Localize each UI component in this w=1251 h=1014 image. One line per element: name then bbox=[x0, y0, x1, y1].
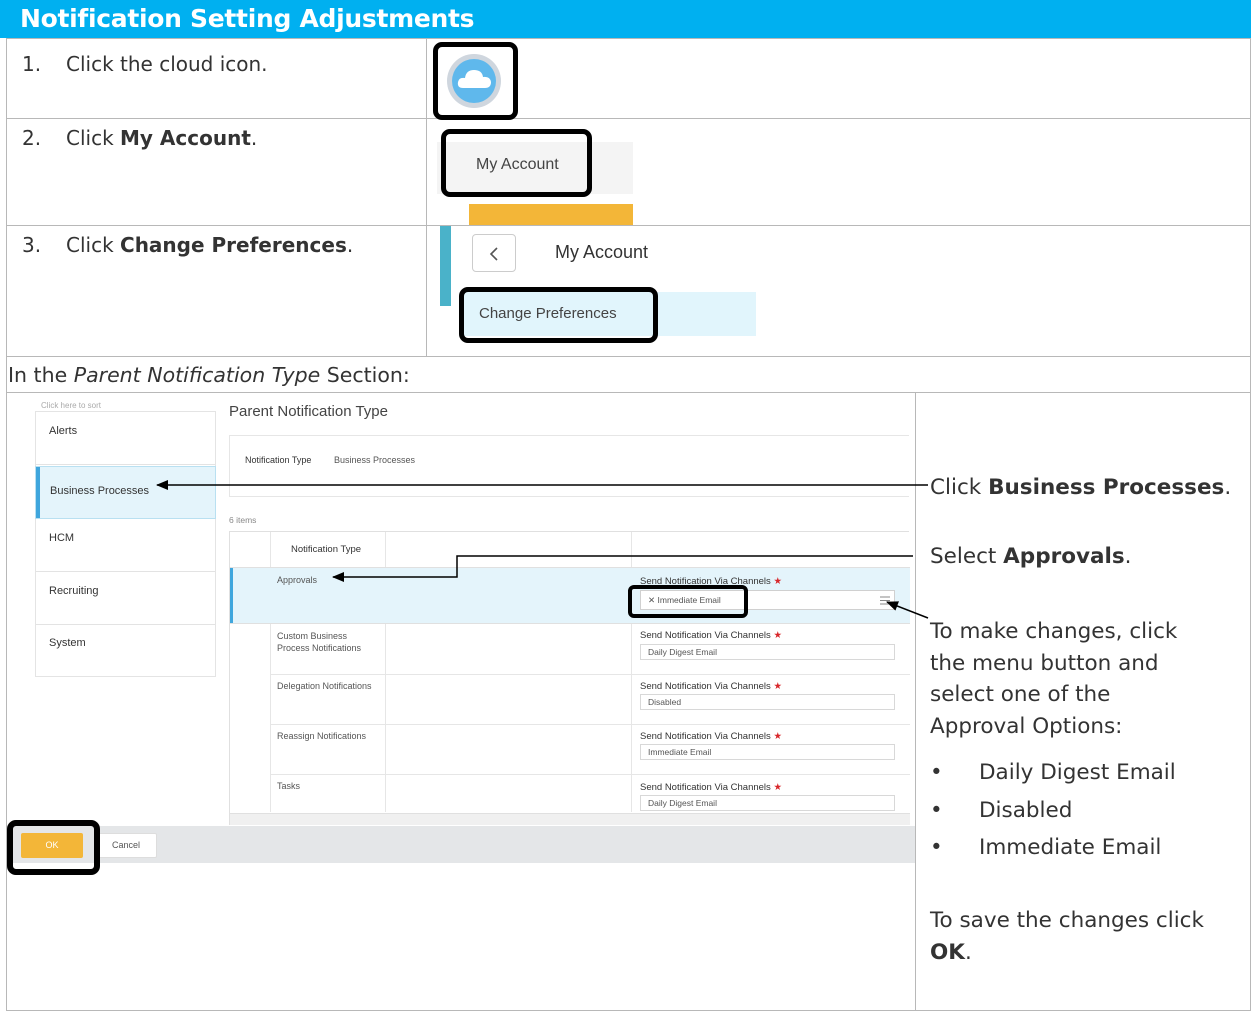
list-item: • Disabled bbox=[930, 797, 1073, 823]
list-item: • Daily Digest Email bbox=[930, 760, 1176, 785]
list-item: • Immediate Email bbox=[930, 835, 1162, 860]
approval-options-list: • Daily Digest Email • Disabled • Immediate… bbox=[930, 757, 1176, 864]
callout-instructions: To make changes, click the menu button a… bbox=[930, 619, 1178, 739]
callout-business-processes: Click Business Processes. bbox=[930, 475, 1232, 500]
callout-approvals: Select Approvals. bbox=[930, 544, 1132, 569]
callout-save: To save the changes click OK. bbox=[930, 908, 1204, 965]
